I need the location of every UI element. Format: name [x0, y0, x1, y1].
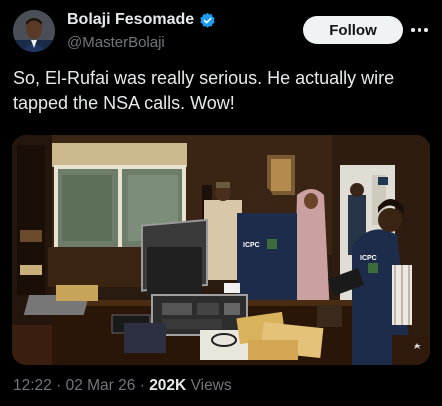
vest-label-right: ICPC — [360, 255, 377, 262]
meta-separator: · — [56, 377, 62, 394]
tweet-date[interactable]: 02 Mar 26 — [66, 377, 136, 394]
window-blind — [52, 143, 187, 167]
vest-label-left: ICPC — [243, 242, 260, 249]
author-name[interactable]: Bolaji Fesomade — [67, 11, 194, 29]
tweet-media-photo[interactable]: ICPC ICPC — [12, 135, 430, 365]
views-count: 202K — [149, 377, 187, 394]
author-name-row: Bolaji Fesomade — [67, 11, 216, 29]
more-dot — [417, 28, 421, 32]
follow-button[interactable]: Follow — [303, 16, 403, 44]
tweet-time[interactable]: 12:22 — [13, 377, 52, 394]
author-handle[interactable]: @MasterBolaji — [67, 34, 165, 51]
verified-badge-icon — [200, 12, 215, 28]
more-dot — [411, 28, 415, 32]
photo-scene: ICPC ICPC — [12, 135, 430, 365]
avatar[interactable] — [13, 10, 55, 52]
investigator-center — [237, 213, 297, 303]
more-options-icon[interactable] — [411, 22, 433, 38]
more-dot — [424, 28, 428, 32]
meta-separator: · — [139, 377, 145, 394]
binder — [56, 285, 98, 301]
views-label: Views — [190, 377, 232, 394]
avatar-image — [13, 10, 55, 52]
tweet-text: So, El-Rufai was really serious. He actu… — [13, 68, 395, 113]
tweet-meta: 12:22 · 02 Mar 26 · 202K Views — [13, 377, 232, 395]
person-kaftan — [204, 200, 242, 280]
